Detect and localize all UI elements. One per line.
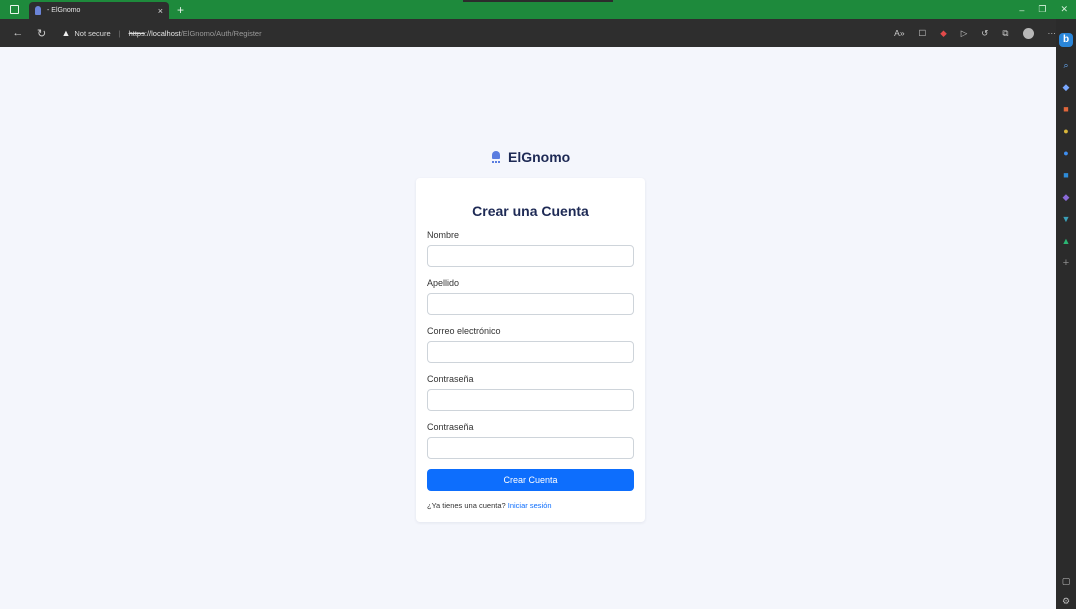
- search-icon[interactable]: ⌕: [1056, 59, 1076, 71]
- tab-title: - ElGnomo: [47, 7, 81, 14]
- browser-sidebar: b ⌕ ◆ ■ ● ● ■ ◆ ▼ ▲ + ▢ ⚙: [1056, 19, 1076, 609]
- extension-icon[interactable]: ◆: [940, 28, 947, 39]
- title-bar-notch: [463, 0, 613, 2]
- back-arrow-icon[interactable]: ←: [12, 27, 24, 39]
- drop-icon[interactable]: ◆: [1056, 191, 1076, 203]
- page-content: ElGnomo Crear una Cuenta Nombre Apellido…: [0, 47, 1056, 609]
- restore-icon[interactable]: ❐: [1038, 4, 1046, 15]
- register-card: Crear una Cuenta Nombre Apellido Correo …: [416, 178, 645, 522]
- shopping-icon[interactable]: ■: [1056, 103, 1076, 115]
- close-window-icon[interactable]: ✕: [1060, 4, 1068, 15]
- confirm-password-label: Contraseña: [427, 422, 474, 432]
- window-menu-icon[interactable]: [10, 5, 19, 14]
- page-title: Crear una Cuenta: [472, 203, 589, 219]
- login-prompt-text: ¿Ya tienes una cuenta?: [427, 501, 506, 510]
- brand-header: ElGnomo: [491, 149, 570, 165]
- refresh-icon[interactable]: ↻: [36, 27, 48, 40]
- tag-icon[interactable]: ◆: [1056, 81, 1076, 93]
- refresh-tool-icon[interactable]: ↺: [981, 28, 988, 39]
- play-icon[interactable]: ▷: [961, 28, 968, 39]
- settings-gear-icon[interactable]: ⚙: [1056, 595, 1076, 607]
- reading-mode-icon[interactable]: ☐: [919, 28, 927, 39]
- read-aloud-icon[interactable]: A»: [894, 28, 904, 38]
- tab-close-icon[interactable]: ×: [158, 6, 163, 16]
- bing-copilot-icon[interactable]: b: [1059, 33, 1073, 47]
- last-name-label: Apellido: [427, 278, 460, 288]
- email-input[interactable]: [427, 341, 634, 363]
- tab-favicon-icon: [35, 6, 41, 15]
- browser-tools: A» ☐ ◆ ▷ ↺ ⧉ ···: [894, 27, 1057, 39]
- browser-tab[interactable]: - ElGnomo ×: [29, 2, 169, 19]
- url-bar[interactable]: ▲ Not secure | https ://localhost /ElGno…: [61, 22, 868, 44]
- warning-icon: ▲: [61, 28, 71, 38]
- password-input[interactable]: [427, 389, 634, 411]
- more-menu-icon[interactable]: ···: [1048, 28, 1057, 38]
- create-account-button[interactable]: Crear Cuenta: [427, 469, 634, 491]
- window-title-bar: - ElGnomo × + – ❐ ✕: [0, 0, 1076, 19]
- login-prompt: ¿Ya tienes una cuenta? Iniciar sesión: [427, 501, 552, 510]
- collections-icon[interactable]: ⧉: [1002, 28, 1008, 39]
- login-link[interactable]: Iniciar sesión: [508, 501, 552, 510]
- confirm-password-input[interactable]: [427, 437, 634, 459]
- last-name-input[interactable]: [427, 293, 634, 315]
- tree-icon[interactable]: ▲: [1056, 235, 1076, 247]
- url-separator: |: [118, 28, 121, 38]
- send-icon[interactable]: ▼: [1056, 213, 1076, 225]
- password-label: Contraseña: [427, 374, 474, 384]
- url-path: /ElGnomo/Auth/Register: [180, 28, 262, 38]
- url-host: ://localhost: [144, 28, 181, 38]
- add-sidebar-item-icon[interactable]: +: [1056, 257, 1076, 269]
- sidebar-layout-icon[interactable]: ▢: [1056, 575, 1076, 587]
- window-controls: – ❐ ✕: [1019, 0, 1076, 19]
- minimize-icon[interactable]: –: [1019, 5, 1024, 15]
- first-name-input[interactable]: [427, 245, 634, 267]
- first-name-label: Nombre: [427, 230, 460, 240]
- security-label[interactable]: Not secure: [74, 29, 110, 38]
- profile-avatar-icon[interactable]: [1022, 27, 1034, 39]
- email-label: Correo electrónico: [427, 326, 501, 336]
- games-icon[interactable]: ●: [1056, 147, 1076, 159]
- people-icon[interactable]: ●: [1056, 125, 1076, 137]
- outlook-icon[interactable]: ■: [1056, 169, 1076, 181]
- new-tab-icon[interactable]: +: [177, 3, 184, 17]
- brand-name: ElGnomo: [508, 149, 571, 165]
- address-toolbar: ← ↻ ▲ Not secure | https ://localhost /E…: [0, 19, 1056, 47]
- gnome-logo-icon: [491, 150, 501, 164]
- url-scheme: https: [128, 28, 145, 38]
